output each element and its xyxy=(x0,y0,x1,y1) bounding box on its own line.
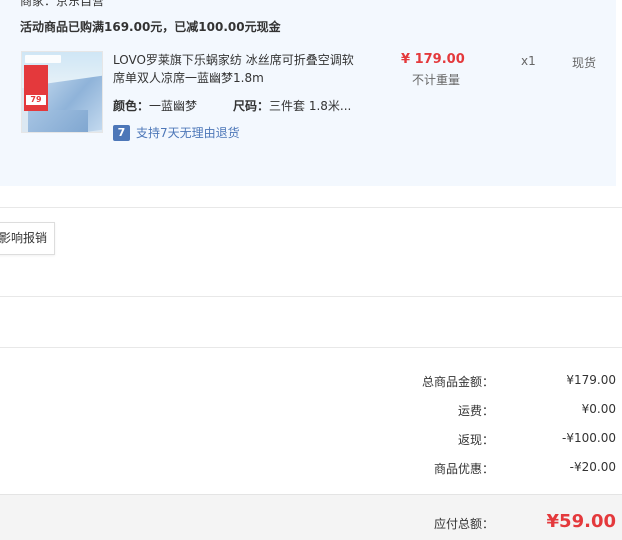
summary-row-cashback: 返现： -¥100.00 xyxy=(0,431,622,451)
return-policy-text: 支持7天无理由退货 xyxy=(136,126,240,140)
summary-value: -¥100.00 xyxy=(562,431,616,445)
order-item-block: 商家：京东自营 活动商品已购满169.00元，已减100.00元现金 79 LO… xyxy=(0,0,616,186)
color-value: 一蓝幽梦 xyxy=(149,99,198,113)
invoice-option-button[interactable]: 影响报销 xyxy=(0,222,55,255)
product-quantity: x1 xyxy=(521,54,536,68)
divider xyxy=(0,347,622,348)
color-label: 颜色： xyxy=(113,99,150,113)
promo-text: 活动商品已购满169.00元，已减100.00元现金 xyxy=(20,20,281,34)
stock-status: 现货 xyxy=(572,56,597,70)
total-amount: ¥59.00 xyxy=(546,511,616,532)
summary-row-goods-total: 总商品金额： ¥179.00 xyxy=(0,373,622,393)
product-thumbnail[interactable]: 79 xyxy=(21,51,103,133)
summary-label: 总商品金额： xyxy=(421,375,494,389)
payable-total-bar: 应付总额： ¥59.00 xyxy=(0,494,622,540)
size-value: 三件套 1.8米... xyxy=(269,99,352,113)
seller-label: 商家：京东自营 xyxy=(20,0,105,8)
summary-value: -¥20.00 xyxy=(569,460,616,474)
weight-note: 不计重量 xyxy=(412,73,461,87)
summary-label: 返现： xyxy=(457,433,494,447)
divider xyxy=(0,207,622,208)
summary-value: ¥179.00 xyxy=(566,373,616,387)
return-policy[interactable]: 7 支持7天无理由退货 xyxy=(113,124,240,141)
product-name-link[interactable]: LOVO罗莱旗下乐蜗家纺 冰丝席可折叠空调软席单双人凉席一蓝幽梦1.8m xyxy=(113,51,363,87)
product-color-attr: 颜色：一蓝幽梦 xyxy=(113,97,197,114)
summary-label: 运费： xyxy=(457,404,494,418)
total-label: 应付总额： xyxy=(433,517,494,531)
size-label: 尺码： xyxy=(233,99,270,113)
price-tag-badge: 79 xyxy=(24,65,48,111)
brand-logo xyxy=(25,55,61,63)
product-size-attr: 尺码：三件套 1.8米... xyxy=(233,97,351,114)
summary-row-discount: 商品优惠： -¥20.00 xyxy=(0,460,622,480)
product-price: ¥ 179.00 xyxy=(401,52,465,67)
summary-row-shipping: 运费： ¥0.00 xyxy=(0,402,622,422)
summary-value: ¥0.00 xyxy=(581,402,616,416)
seven-day-return-icon: 7 xyxy=(113,124,130,141)
divider xyxy=(0,296,622,297)
summary-label: 商品优惠： xyxy=(433,462,494,476)
